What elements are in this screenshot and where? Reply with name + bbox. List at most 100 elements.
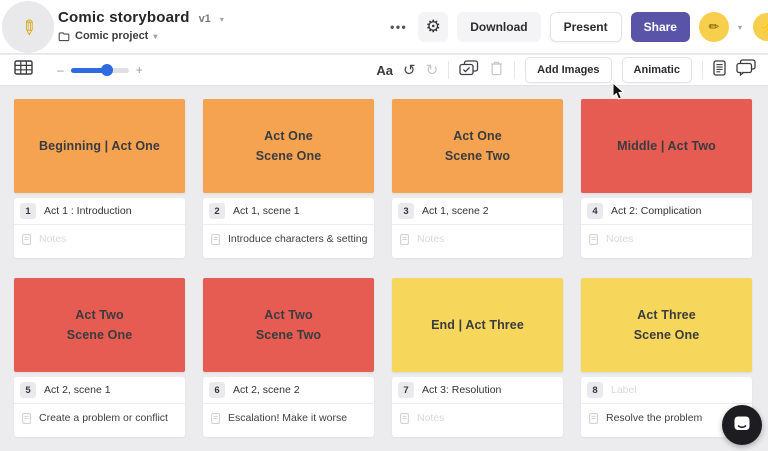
notes-icon [400, 234, 409, 245]
app-logo[interactable]: ✏ [2, 1, 54, 53]
card-label[interactable]: Act 1, scene 2 [422, 205, 489, 217]
redo-icon: ↻ [425, 61, 439, 79]
card-label[interactable]: Act 3: Resolution [422, 384, 501, 396]
download-button[interactable]: Download [457, 12, 541, 42]
card-note[interactable]: Notes [39, 233, 66, 245]
chevron-down-icon[interactable]: ▾ [220, 15, 224, 24]
card-number-badge: 5 [20, 382, 36, 398]
card-note-row[interactable]: Notes [392, 225, 563, 258]
card-note-row[interactable]: Escalation! Make it worse [203, 404, 374, 437]
card-note[interactable]: Notes [417, 233, 444, 245]
card-label-row[interactable]: 8 Label [581, 377, 752, 404]
storyboard-card[interactable]: Act One Scene Two 3 Act 1, scene 2 Notes [392, 99, 563, 258]
select-frames-icon[interactable] [459, 59, 479, 81]
notes-icon [211, 413, 220, 424]
card-note[interactable]: Create a problem or conflict [39, 412, 168, 424]
card-note-row[interactable]: Notes [581, 225, 752, 258]
card-label-row[interactable]: 3 Act 1, scene 2 [392, 198, 563, 225]
chat-launcher-button[interactable] [722, 405, 762, 445]
minus-icon[interactable]: – [57, 63, 64, 77]
card-info: 7 Act 3: Resolution Notes [392, 377, 563, 437]
grid-icon [14, 60, 33, 80]
card-note-row[interactable]: Create a problem or conflict [14, 404, 185, 437]
card-label-row[interactable]: 7 Act 3: Resolution [392, 377, 563, 404]
folder-icon [58, 31, 70, 42]
grid-view-button[interactable] [14, 60, 33, 80]
card-frame[interactable]: Act Two Scene Two [203, 278, 374, 372]
card-label-row[interactable]: 6 Act 2, scene 2 [203, 377, 374, 404]
script-icon[interactable] [713, 59, 726, 81]
card-number-badge: 3 [398, 203, 414, 219]
card-number-badge: 6 [209, 382, 225, 398]
gear-icon: ⚙ [425, 17, 441, 36]
project-breadcrumb[interactable]: Comic project ▾ [58, 30, 224, 42]
card-label[interactable]: Act 2, scene 2 [233, 384, 300, 396]
card-title: Act Two Scene Two [255, 308, 322, 342]
chevron-down-icon[interactable]: ▾ [738, 23, 742, 32]
storyboard-card[interactable]: Act Two Scene One 5 Act 2, scene 1 Creat… [14, 278, 185, 437]
storyboard-card[interactable]: Act Two Scene Two 6 Act 2, scene 2 Escal… [203, 278, 374, 437]
trash-icon [489, 60, 504, 81]
board-toolbar: – + Aa ↺ ↻ Add Images Animatic [0, 55, 768, 86]
card-note-row[interactable]: Notes [392, 404, 563, 437]
plus-icon[interactable]: + [136, 63, 143, 77]
storyboard-card[interactable]: Middle | Act Two 4 Act 2: Complication N… [581, 99, 752, 258]
card-frame[interactable]: End | Act Three [392, 278, 563, 372]
storyboard-card[interactable]: End | Act Three 7 Act 3: Resolution Note… [392, 278, 563, 437]
card-note-row[interactable]: Introduce characters & setting [203, 225, 374, 258]
zoom-slider-handle[interactable] [100, 64, 113, 76]
card-label[interactable]: Act 2: Complication [611, 205, 701, 217]
card-frame[interactable]: Beginning | Act One [14, 99, 185, 193]
card-info: 2 Act 1, scene 1 Introduce characters & … [203, 198, 374, 258]
card-number-badge: 2 [209, 203, 225, 219]
card-note[interactable]: Notes [606, 233, 633, 245]
card-number-badge: 1 [20, 203, 36, 219]
notes-icon [589, 413, 598, 424]
card-label-row[interactable]: 5 Act 2, scene 1 [14, 377, 185, 404]
comments-icon[interactable] [736, 59, 756, 81]
card-frame[interactable]: Act Three Scene One [581, 278, 752, 372]
card-note[interactable]: Introduce characters & setting [228, 233, 368, 245]
settings-button[interactable]: ⚙ [418, 12, 449, 42]
card-number-badge: 8 [587, 382, 603, 398]
storyboard-card[interactable]: Beginning | Act One 1 Act 1 : Introducti… [14, 99, 185, 258]
card-label[interactable]: Label [611, 384, 637, 396]
card-title: End | Act Three [431, 318, 524, 332]
card-label[interactable]: Act 2, scene 1 [44, 384, 111, 396]
pencil-avatar-icon: ✏ [708, 19, 720, 34]
text-tool-button[interactable]: Aa [376, 63, 393, 78]
animatic-button[interactable]: Animatic [621, 57, 692, 83]
avatar[interactable]: ✏ [698, 12, 729, 42]
toolbar-divider [448, 61, 450, 79]
card-label-row[interactable]: 1 Act 1 : Introduction [14, 198, 185, 225]
notes-icon [400, 413, 409, 424]
present-button[interactable]: Present [549, 12, 622, 42]
card-note[interactable]: Escalation! Make it worse [228, 412, 347, 424]
card-frame[interactable]: Act One Scene One [203, 99, 374, 193]
version-selector[interactable]: v1 [199, 13, 211, 25]
card-note-row[interactable]: Notes [14, 225, 185, 258]
card-note[interactable]: Notes [417, 412, 444, 424]
toolbar-divider [514, 61, 516, 79]
notes-icon [22, 234, 31, 245]
card-label-row[interactable]: 4 Act 2: Complication [581, 198, 752, 225]
card-label[interactable]: Act 1 : Introduction [44, 205, 132, 217]
card-frame[interactable]: Middle | Act Two [581, 99, 752, 193]
storyboard-card[interactable]: Act One Scene One 2 Act 1, scene 1 Intro… [203, 99, 374, 258]
undo-icon[interactable]: ↺ [403, 63, 416, 78]
card-title: Act One Scene One [255, 129, 322, 163]
card-label[interactable]: Act 1, scene 1 [233, 205, 300, 217]
card-label-row[interactable]: 2 Act 1, scene 1 [203, 198, 374, 225]
add-images-button[interactable]: Add Images [525, 57, 612, 83]
share-button[interactable]: Share [630, 12, 690, 42]
page-title: Comic storyboard [58, 9, 190, 26]
card-title: Act Three Scene One [633, 308, 700, 342]
card-info: 6 Act 2, scene 2 Escalation! Make it wor… [203, 377, 374, 437]
lightning-icon: ⚡ [759, 20, 768, 34]
card-note[interactable]: Resolve the problem [606, 412, 702, 424]
zoom-slider[interactable]: – + [57, 63, 143, 77]
zoom-slider-track[interactable] [70, 64, 129, 76]
card-frame[interactable]: Act One Scene Two [392, 99, 563, 193]
more-options-button[interactable]: ••• [388, 20, 409, 34]
card-frame[interactable]: Act Two Scene One [14, 278, 185, 372]
